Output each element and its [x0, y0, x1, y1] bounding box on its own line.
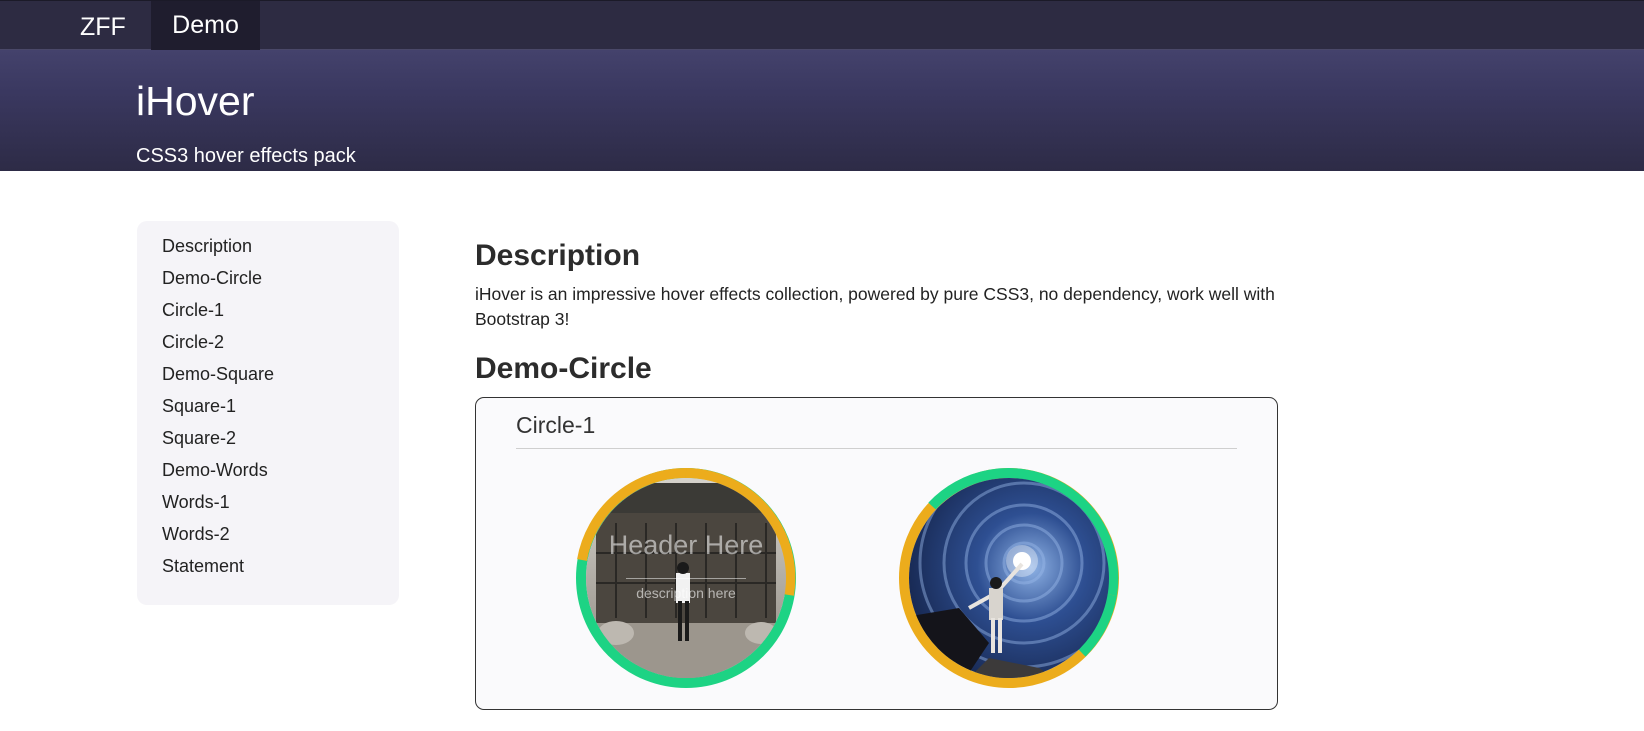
sidebar-item-demo-circle[interactable]: Demo-Circle	[162, 266, 399, 298]
hover-divider	[626, 578, 746, 579]
demo-circle-heading: Demo-Circle	[475, 352, 652, 385]
description-text: iHover is an impressive hover effects co…	[475, 284, 1275, 329]
hover-description-text: description here	[636, 585, 736, 601]
hover-circle-item-2[interactable]	[899, 468, 1119, 688]
hover-header-text: Header Here	[608, 530, 764, 560]
sidebar-item-words-1[interactable]: Words-1	[162, 490, 399, 522]
sidebar-item-statement[interactable]: Statement	[162, 554, 399, 586]
page-subtitle: CSS3 hover effects pack	[136, 145, 356, 167]
sidebar-item-description[interactable]: Description	[162, 234, 399, 266]
circle-1-heading: Circle-1	[516, 412, 596, 438]
nav-tab-demo[interactable]: Demo	[151, 1, 260, 50]
hero-banner: iHover CSS3 hover effects pack	[0, 50, 1644, 171]
ring-image-2	[899, 468, 1119, 688]
hover-circle-item-1[interactable]: Header Here description here	[576, 468, 796, 688]
sidebar-nav: Description Demo-Circle Circle-1 Circle-…	[137, 221, 399, 605]
sidebar-item-demo-words[interactable]: Demo-Words	[162, 458, 399, 490]
divider	[516, 448, 1237, 449]
sidebar-item-circle-1[interactable]: Circle-1	[162, 298, 399, 330]
navbar-brand[interactable]: ZFF	[80, 13, 126, 42]
sidebar-item-words-2[interactable]: Words-2	[162, 522, 399, 554]
sidebar-item-demo-square[interactable]: Demo-Square	[162, 362, 399, 394]
demo-circle-panel: Circle-1 Header Here description here	[475, 397, 1278, 710]
page-title: iHover	[136, 78, 255, 124]
top-navbar: ZFF Demo	[0, 0, 1644, 50]
sidebar-item-square-2[interactable]: Square-2	[162, 426, 399, 458]
description-heading: Description	[475, 239, 641, 272]
sidebar-item-circle-2[interactable]: Circle-2	[162, 330, 399, 362]
sidebar-item-square-1[interactable]: Square-1	[162, 394, 399, 426]
